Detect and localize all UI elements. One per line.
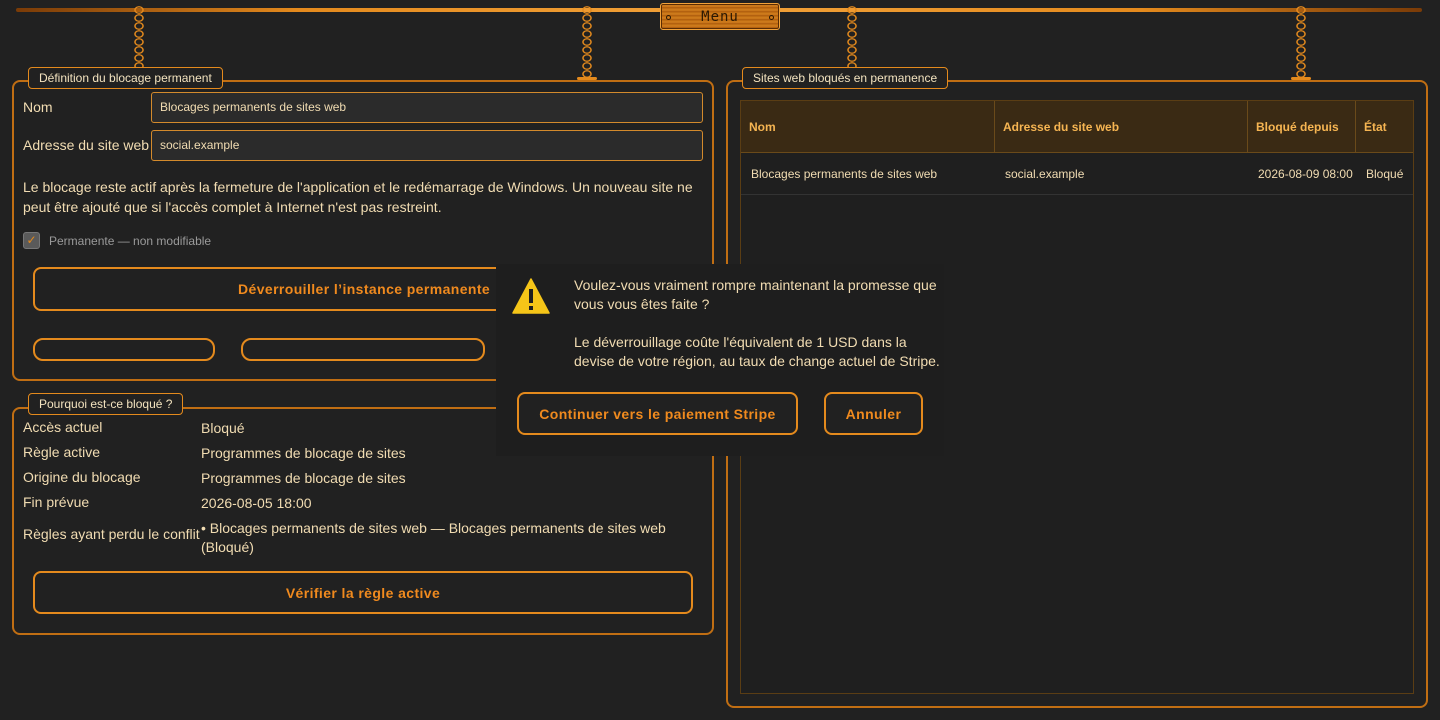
cell-blocked-since: 2026-08-09 08:00 <box>1258 167 1353 181</box>
permanent-label: Permanente — non modifiable <box>49 234 212 248</box>
site-address-field[interactable]: social.example <box>151 130 703 161</box>
verify-active-rule-label: Vérifier la règle active <box>285 584 441 601</box>
cell-name: Blocages permanents de sites web <box>751 167 938 181</box>
info-key: Origine du blocage <box>23 469 141 485</box>
cancel-label: Annuler <box>845 405 902 422</box>
info-key: Règles ayant perdu le conflit <box>23 526 200 542</box>
table-row[interactable]: Blocages permanents de sites web social.… <box>741 154 1413 195</box>
blocked-sites-legend: Sites web bloqués en permanence <box>742 67 949 89</box>
column-header-blocked-since[interactable]: Bloqué depuis <box>1248 101 1356 153</box>
continue-stripe-payment-label: Continuer vers le paiement Stripe <box>539 405 776 422</box>
info-key: Accès actuel <box>23 419 103 435</box>
verify-active-rule-button[interactable]: Vérifier la règle active <box>33 571 693 614</box>
column-header-address[interactable]: Adresse du site web <box>995 101 1248 153</box>
menu-label: Menu <box>701 8 739 25</box>
why-legend: Pourquoi est-ce bloqué ? <box>28 393 184 415</box>
secondary-button-2[interactable] <box>241 338 485 361</box>
chain-decoration <box>1294 6 1308 80</box>
menu-button[interactable]: Menu <box>660 3 780 30</box>
name-label: Nom <box>23 99 53 115</box>
cell-address: social.example <box>1005 167 1085 181</box>
column-header-state[interactable]: État <box>1356 101 1413 153</box>
warning-icon <box>512 278 550 314</box>
secondary-button-1[interactable] <box>33 338 215 361</box>
dialog-message: Voulez-vous vraiment rompre maintenant l… <box>574 276 944 371</box>
dialog-question: Voulez-vous vraiment rompre maintenant l… <box>574 277 937 312</box>
site-address-label: Adresse du site web <box>23 137 150 153</box>
definition-legend: Définition du blocage permanent <box>28 67 223 89</box>
unlock-confirm-dialog: Voulez-vous vraiment rompre maintenant l… <box>496 264 944 456</box>
table-header: Nom Adresse du site web Bloqué depuis Ét… <box>741 101 1413 153</box>
unlock-permanent-label: Déverrouiller l’instance permanente <box>238 281 491 297</box>
info-key: Fin prévue <box>23 494 90 510</box>
dialog-cost-note: Le déverrouillage coûte l'équivalent de … <box>574 334 940 369</box>
info-value: • Blocages permanents de sites web — Blo… <box>201 520 666 555</box>
info-key: Règle active <box>23 444 101 460</box>
info-value: Programmes de blocage de sites <box>201 470 406 486</box>
column-header-name[interactable]: Nom <box>741 101 995 153</box>
cell-state: Bloqué <box>1366 167 1404 181</box>
definition-description: Le blocage reste actif après la fermetur… <box>23 179 693 215</box>
cancel-button[interactable]: Annuler <box>824 392 923 435</box>
permanent-checkbox: ✓ <box>23 232 40 249</box>
name-field[interactable]: Blocages permanents de sites web <box>151 92 703 123</box>
info-row-lost-rules: Règles ayant perdu le conflit • Blocages… <box>23 519 703 559</box>
rivet-icon <box>666 15 671 20</box>
info-value: 2026-08-05 18:00 <box>201 495 312 511</box>
continue-stripe-payment-button[interactable]: Continuer vers le paiement Stripe <box>517 392 798 435</box>
chain-decoration <box>580 6 594 80</box>
rivet-icon <box>769 15 774 20</box>
